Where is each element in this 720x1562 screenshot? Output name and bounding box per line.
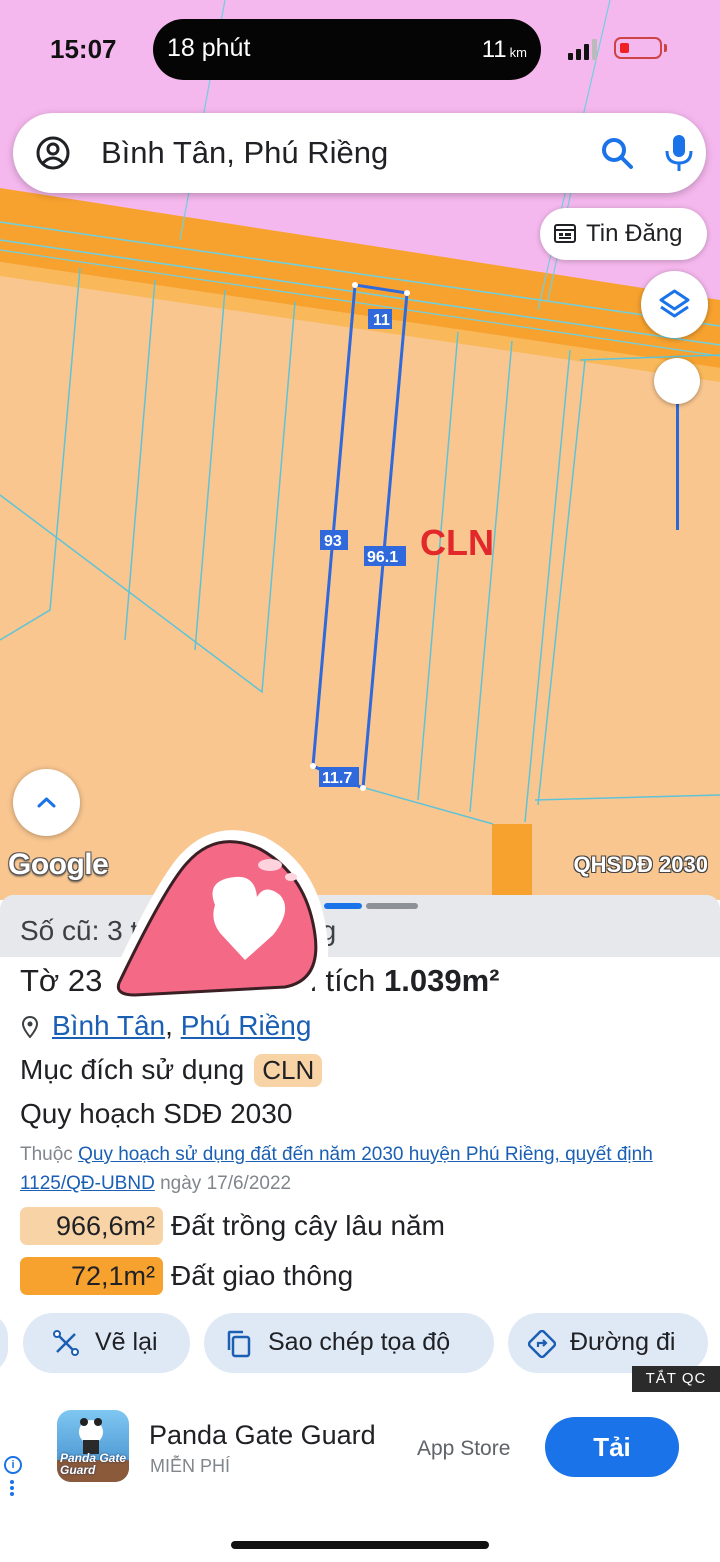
ad-info-icon[interactable]: i: [4, 1456, 22, 1474]
area-chip: 966,6m²: [20, 1207, 163, 1245]
edge-label-bottom: 11.7: [322, 770, 352, 787]
layers-button[interactable]: [641, 271, 708, 338]
area-row-traffic: 72,1m² Đất giao thông: [20, 1257, 353, 1295]
ad-store: App Store: [417, 1437, 511, 1460]
plan-source-link[interactable]: Quy hoạch sử dụng đất đến năm 2030 huyện…: [20, 1144, 653, 1194]
battery-icon: [614, 37, 662, 59]
listings-button[interactable]: Tin Đăng: [540, 208, 707, 260]
calendar-icon: [554, 224, 576, 243]
status-time: 15:07: [50, 34, 117, 64]
listings-label: Tin Đăng: [586, 220, 683, 247]
google-logo: Google: [8, 848, 109, 881]
home-indicator[interactable]: [231, 1541, 489, 1549]
ad-price: MIỄN PHÍ: [150, 1456, 231, 1476]
redraw-button[interactable]: Vẽ lại: [23, 1313, 190, 1373]
map-layer-label: QHSDĐ 2030: [573, 852, 708, 877]
distance-text: 11 km: [481, 36, 527, 63]
directions-button[interactable]: Đường đi: [508, 1313, 708, 1373]
search-bar[interactable]: Bình Tân, Phú Riềng: [13, 113, 706, 193]
search-query[interactable]: Bình Tân, Phú Riềng: [101, 135, 388, 171]
area-chip: 72,1m²: [20, 1257, 163, 1295]
ad-app-name[interactable]: Panda Gate Guard: [149, 1420, 376, 1451]
heart-sticker-image: [105, 830, 329, 1005]
action-button-offscreen[interactable]: [0, 1313, 8, 1373]
microphone-icon[interactable]: [661, 133, 697, 173]
land-use-row: Mục đích sử dụng CLN: [20, 1054, 323, 1087]
navigation-live-activity[interactable]: 18 phút 11 km: [153, 19, 541, 80]
opacity-slider-thumb[interactable]: [654, 358, 700, 404]
edge-label-right: 96.1: [367, 549, 398, 566]
edge-label-top: 11: [373, 312, 390, 329]
ad-banner[interactable]: i Panda Gate Guard Panda Gate Guard MIỄN…: [0, 1393, 720, 1506]
directions-icon: [528, 1330, 556, 1358]
plan-title: Quy hoạch SDĐ 2030: [20, 1098, 293, 1129]
battery-tip: [664, 44, 667, 52]
land-use-code-label: CLN: [420, 522, 494, 563]
sheet-handle-inactive[interactable]: [366, 903, 418, 909]
redraw-icon: [53, 1330, 79, 1356]
plan-source: Thuộc Quy hoạch sử dụng đất đến năm 2030…: [20, 1144, 653, 1194]
copy-icon: [227, 1330, 251, 1358]
expand-up-button[interactable]: [13, 769, 80, 836]
app-icon[interactable]: Panda Gate Guard: [57, 1410, 129, 1482]
sheet-number: Tờ 23: [20, 963, 103, 998]
download-button[interactable]: Tải: [545, 1417, 679, 1477]
layers-icon: [659, 289, 690, 318]
area-row-perennial: 966,6m² Đất trồng cây lâu năm: [20, 1207, 445, 1245]
chevron-up-icon: [37, 797, 56, 808]
search-icon[interactable]: [599, 135, 635, 171]
close-ad-button[interactable]: TẮT QC: [632, 1366, 720, 1392]
edge-label-left: 93: [324, 533, 342, 550]
ad-menu-icon[interactable]: [10, 1479, 14, 1497]
copy-coordinates-button[interactable]: Sao chép tọa độ: [204, 1313, 494, 1373]
land-use-badge: CLN: [254, 1054, 323, 1087]
area-value: 1.039m²: [384, 963, 500, 998]
eta-text: 18 phút: [167, 34, 251, 62]
location-pin-icon: [22, 1016, 38, 1038]
account-icon[interactable]: [35, 135, 71, 171]
cellular-signal-icon: [568, 39, 597, 60]
